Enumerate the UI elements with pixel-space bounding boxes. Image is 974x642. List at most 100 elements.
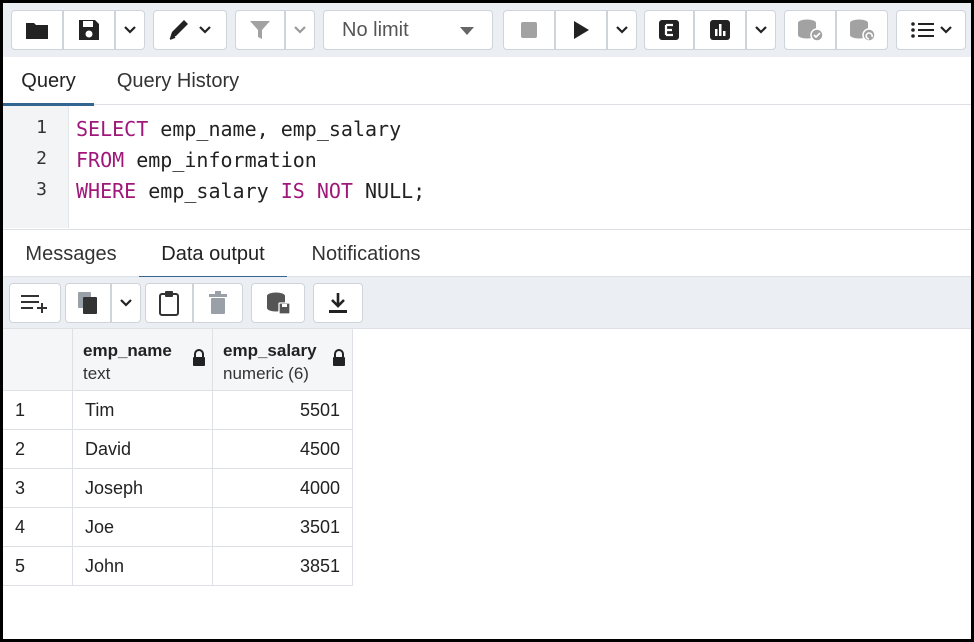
list-icon [910, 22, 934, 38]
explain-e-icon [659, 20, 679, 40]
column-header-emp-name[interactable]: emp_name text [73, 329, 213, 391]
main-toolbar: No limit [3, 3, 971, 57]
paste-button[interactable] [145, 283, 193, 323]
cell-emp-name[interactable]: John [73, 547, 213, 586]
row-number[interactable]: 1 [3, 391, 73, 430]
tab-query-history[interactable]: Query History [99, 57, 257, 105]
explain-analyze-button[interactable] [694, 10, 746, 50]
tab-messages[interactable]: Messages [7, 230, 135, 278]
lock-icon [333, 349, 345, 366]
sql-text: emp_name, emp_salary [148, 117, 402, 141]
sql-text: NULL; [352, 179, 426, 203]
add-row-icon [21, 295, 47, 313]
explain-button[interactable] [644, 10, 694, 50]
caret-down-icon [460, 27, 474, 35]
download-button[interactable] [313, 283, 363, 323]
data-output-grid: emp_name text emp_salary numeric (6) 1 T… [3, 329, 971, 639]
tab-data-output[interactable]: Data output [139, 230, 287, 279]
column-name: emp_salary [223, 341, 317, 360]
results-toolbar [3, 277, 971, 329]
cell-emp-name[interactable]: Tim [73, 391, 213, 430]
open-file-button[interactable] [11, 10, 63, 50]
pencil-icon [169, 20, 188, 40]
macros-button[interactable] [896, 10, 966, 50]
code-line: FROM emp_information [76, 148, 317, 172]
chevron-down-icon [755, 26, 767, 34]
cell-emp-name[interactable]: Joe [73, 508, 213, 547]
lock-icon [193, 349, 205, 366]
sql-keyword: FROM [76, 148, 125, 172]
folder-icon [26, 23, 48, 39]
add-row-button[interactable] [9, 283, 61, 323]
column-header-emp-salary[interactable]: emp_salary numeric (6) [213, 329, 353, 391]
column-type: numeric (6) [223, 364, 309, 383]
sql-keyword: SELECT [76, 117, 149, 141]
cell-emp-name[interactable]: David [73, 430, 213, 469]
cell-emp-salary[interactable]: 4500 [213, 430, 353, 469]
sql-text: emp_information [124, 148, 317, 172]
chevron-down-icon [939, 26, 952, 34]
database-check-icon [798, 19, 824, 42]
chevron-down-icon [616, 26, 628, 34]
chevron-down-icon [199, 26, 211, 34]
save-options-dropdown[interactable] [115, 10, 145, 50]
stop-icon [521, 22, 537, 38]
row-number[interactable]: 2 [3, 430, 73, 469]
tab-notifications[interactable]: Notifications [291, 230, 441, 278]
delete-row-button[interactable] [193, 283, 243, 323]
chevron-down-icon [294, 26, 306, 34]
sql-editor[interactable]: 1 2 3 SELECT emp_name, emp_salary FROM e… [3, 106, 971, 228]
cell-emp-salary[interactable]: 3851 [213, 547, 353, 586]
row-number-header [3, 329, 73, 391]
row-number[interactable]: 5 [3, 547, 73, 586]
play-icon [574, 21, 589, 39]
pgadmin-query-tool: No limit Query Query History 1 2 3 SELEC… [0, 0, 974, 642]
tab-query-history-label: Query History [116, 69, 240, 92]
row-number[interactable]: 4 [3, 508, 73, 547]
tab-notifications-label: Notifications [311, 242, 421, 265]
row-limit-select[interactable]: No limit [323, 10, 493, 50]
save-data-button[interactable] [251, 283, 305, 323]
download-icon [329, 293, 347, 313]
column-name: emp_name [83, 341, 172, 360]
database-save-icon [267, 292, 291, 315]
line-number: 1 [36, 117, 47, 138]
filter-icon [250, 21, 270, 39]
bar-chart-icon [710, 20, 730, 40]
copy-button[interactable] [65, 283, 111, 323]
copy-options-dropdown[interactable] [111, 283, 141, 323]
line-number: 2 [36, 148, 47, 169]
cell-emp-salary[interactable]: 3501 [213, 508, 353, 547]
clipboard-icon [159, 291, 179, 316]
filter-button[interactable] [235, 10, 285, 50]
execute-button[interactable] [555, 10, 607, 50]
execute-options-dropdown[interactable] [607, 10, 637, 50]
code-line: WHERE emp_salary IS NOT NULL; [76, 179, 425, 203]
tab-query-label: Query [21, 69, 76, 92]
code-line: SELECT emp_name, emp_salary [76, 117, 401, 141]
cell-emp-name[interactable]: Joseph [73, 469, 213, 508]
floppy-disk-icon [79, 20, 99, 40]
sql-keyword: WHERE [76, 179, 137, 203]
chevron-down-icon [124, 26, 136, 34]
sql-text: emp_salary [136, 179, 281, 203]
tab-query[interactable]: Query [3, 57, 94, 106]
column-type: text [83, 364, 111, 383]
tab-messages-label: Messages [25, 242, 117, 265]
copy-icon [78, 292, 97, 314]
explain-options-dropdown[interactable] [746, 10, 776, 50]
cell-emp-salary[interactable]: 5501 [213, 391, 353, 430]
row-number[interactable]: 3 [3, 469, 73, 508]
tab-data-output-label: Data output [161, 242, 265, 265]
edit-button[interactable] [153, 10, 227, 50]
stop-button[interactable] [503, 10, 555, 50]
commit-button[interactable] [784, 10, 836, 50]
cell-emp-salary[interactable]: 4000 [213, 469, 353, 508]
trash-icon [209, 291, 227, 314]
rollback-button[interactable] [836, 10, 888, 50]
row-limit-value: No limit [342, 18, 409, 41]
filter-options-dropdown[interactable] [285, 10, 315, 50]
line-number: 3 [36, 179, 47, 200]
save-button[interactable] [63, 10, 115, 50]
line-number-gutter: 1 2 3 [3, 106, 69, 228]
